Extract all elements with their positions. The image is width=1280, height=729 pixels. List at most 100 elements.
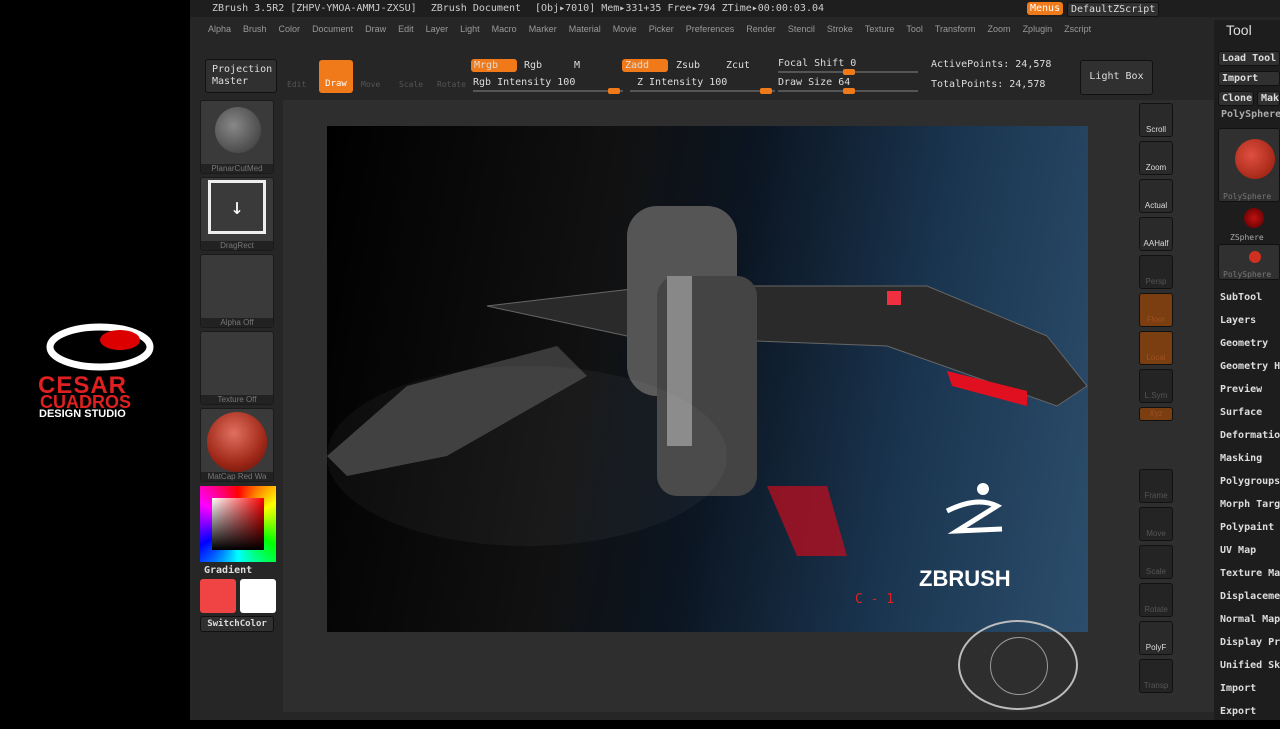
menu-stroke[interactable]: Stroke: [821, 24, 859, 34]
clone-button[interactable]: Clone: [1218, 91, 1254, 106]
make-polymesh-button[interactable]: Make: [1257, 91, 1280, 106]
subpalette-displacement[interactable]: Displacement: [1214, 591, 1280, 614]
scroll-button[interactable]: Scroll: [1139, 103, 1173, 137]
lsym-button[interactable]: L.Sym: [1139, 369, 1173, 403]
subpalette-surface[interactable]: Surface: [1214, 407, 1280, 430]
aahalf-button[interactable]: AAHalf: [1139, 217, 1173, 251]
menu-texture[interactable]: Texture: [859, 24, 901, 34]
focal-shift-slider[interactable]: [778, 69, 918, 75]
subpalette-export[interactable]: Export: [1214, 706, 1280, 729]
rotate-y-icon[interactable]: [1139, 425, 1173, 443]
rotate-button[interactable]: Rotate: [437, 80, 466, 89]
menu-transform[interactable]: Transform: [929, 24, 982, 34]
menu-draw[interactable]: Draw: [359, 24, 392, 34]
import-tool-button[interactable]: Import: [1218, 71, 1280, 86]
scale-button[interactable]: Scale: [399, 80, 423, 89]
menu-preferences[interactable]: Preferences: [680, 24, 741, 34]
floor-button[interactable]: Floor: [1139, 293, 1173, 327]
zsub-button[interactable]: Zsub: [676, 60, 700, 71]
subpalette-unified-skin[interactable]: Unified Skin: [1214, 660, 1280, 683]
main-color-swatch[interactable]: [200, 579, 236, 613]
switch-color-button[interactable]: SwitchColor: [200, 616, 274, 632]
transp-button[interactable]: Transp: [1139, 659, 1173, 693]
subpalette-layers[interactable]: Layers: [1214, 315, 1280, 338]
menu-layer[interactable]: Layer: [420, 24, 455, 34]
zscript-button[interactable]: DefaultZScript: [1067, 2, 1160, 17]
menu-edit[interactable]: Edit: [392, 24, 420, 34]
actual-button[interactable]: Actual: [1139, 179, 1173, 213]
texture-selector[interactable]: Texture Off: [200, 331, 274, 405]
subpalette-geometry[interactable]: Geometry: [1214, 338, 1280, 361]
brand-swoosh-icon: [46, 323, 154, 371]
subpalette-morph-target[interactable]: Morph Target: [1214, 499, 1280, 522]
subpalette-geometry-hd[interactable]: Geometry HD: [1214, 361, 1280, 384]
brand-line3: DESIGN STUDIO: [39, 408, 126, 420]
subpalette-masking[interactable]: Masking: [1214, 453, 1280, 476]
menu-brush[interactable]: Brush: [237, 24, 273, 34]
move-button[interactable]: Move: [361, 80, 380, 89]
stroke-selector[interactable]: ↓ DragRect: [200, 177, 274, 251]
subpalette-polygroups[interactable]: Polygroups: [1214, 476, 1280, 499]
subpalette-subtool[interactable]: SubTool: [1214, 292, 1280, 315]
menu-stencil[interactable]: Stencil: [782, 24, 821, 34]
menu-tool[interactable]: Tool: [900, 24, 929, 34]
projection-master-button[interactable]: Projection Master: [205, 59, 277, 93]
menu-marker[interactable]: Marker: [523, 24, 563, 34]
m-button[interactable]: M: [574, 60, 580, 71]
menu-alpha[interactable]: Alpha: [202, 24, 237, 34]
tool-thumb-polysphere-2[interactable]: PolySphere: [1218, 244, 1280, 280]
menu-picker[interactable]: Picker: [643, 24, 680, 34]
polyf-button[interactable]: PolyF: [1139, 621, 1173, 655]
move-button-right[interactable]: Move: [1139, 507, 1173, 541]
subpalette-texture-map[interactable]: Texture Map: [1214, 568, 1280, 591]
mrgb-button[interactable]: Mrgb: [471, 59, 517, 72]
color-picker[interactable]: [200, 486, 276, 562]
navigation-gizmo[interactable]: [958, 620, 1078, 710]
edit-button[interactable]: Edit: [287, 80, 306, 89]
material-selector[interactable]: MatCap Red Wa: [200, 408, 274, 482]
persp-button[interactable]: Persp: [1139, 255, 1173, 289]
draw-size-slider[interactable]: [778, 88, 918, 94]
menu-color[interactable]: Color: [273, 24, 307, 34]
tool-thumb-polysphere[interactable]: PolySphere: [1218, 128, 1280, 202]
menu-material[interactable]: Material: [563, 24, 607, 34]
zadd-button[interactable]: Zadd: [622, 59, 668, 72]
menu-zplugin[interactable]: Zplugin: [1017, 24, 1059, 34]
scale-button-right[interactable]: Scale: [1139, 545, 1173, 579]
brush-selector[interactable]: PlanarCutMed: [200, 100, 274, 174]
menu-movie[interactable]: Movie: [607, 24, 643, 34]
zoom-button[interactable]: Zoom: [1139, 141, 1173, 175]
frame-button[interactable]: Frame: [1139, 469, 1173, 503]
local-button[interactable]: Local: [1139, 331, 1173, 365]
subpalette-uv-map[interactable]: UV Map: [1214, 545, 1280, 568]
zcut-button[interactable]: Zcut: [726, 60, 750, 71]
subpalette-import[interactable]: Import: [1214, 683, 1280, 706]
menu-light[interactable]: Light: [454, 24, 486, 34]
zbrush-logo-text: ZBRUSH: [919, 566, 1011, 591]
menu-zscript[interactable]: Zscript: [1058, 24, 1097, 34]
menu-macro[interactable]: Macro: [486, 24, 523, 34]
light-box-button[interactable]: Light Box: [1080, 60, 1153, 95]
subpalette-polypaint[interactable]: Polypaint: [1214, 522, 1280, 545]
subpalette-display-properties[interactable]: Display Properties: [1214, 637, 1280, 660]
rotate-button-right[interactable]: Rotate: [1139, 583, 1173, 617]
subpalette-deformation[interactable]: Deformation: [1214, 430, 1280, 453]
rotate-z-icon[interactable]: [1139, 447, 1173, 465]
subpalette-normal-map[interactable]: Normal Map: [1214, 614, 1280, 637]
menus-button[interactable]: Menus: [1027, 2, 1064, 15]
subpalette-preview[interactable]: Preview: [1214, 384, 1280, 407]
document-canvas[interactable]: ZBRUSH C - 1: [327, 126, 1088, 632]
alpha-selector[interactable]: Alpha Off: [200, 254, 274, 328]
rgb-button[interactable]: Rgb: [524, 60, 542, 71]
draw-button[interactable]: Draw: [319, 60, 353, 93]
menu-document[interactable]: Document: [306, 24, 359, 34]
tool-thumb-zsphere[interactable]: ZSphere: [1218, 206, 1280, 242]
xyz-button[interactable]: Xyz: [1139, 407, 1173, 421]
gradient-label[interactable]: Gradient: [204, 565, 278, 576]
load-tool-button[interactable]: Load Tool: [1218, 51, 1280, 66]
menu-zoom[interactable]: Zoom: [982, 24, 1017, 34]
secondary-color-swatch[interactable]: [240, 579, 276, 613]
z-intensity-slider[interactable]: [630, 88, 775, 94]
rgb-intensity-slider[interactable]: [473, 88, 623, 94]
menu-render[interactable]: Render: [740, 24, 782, 34]
